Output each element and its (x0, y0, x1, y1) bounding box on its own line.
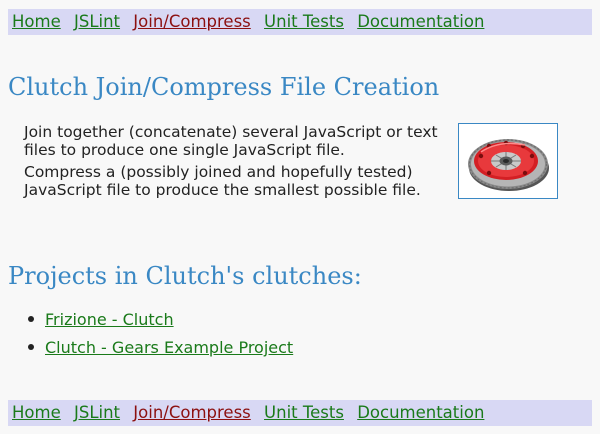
clutch-icon (459, 124, 557, 198)
nav-unit-tests-link[interactable]: Unit Tests (264, 403, 344, 422)
bullet-icon (28, 344, 34, 350)
clutch-image (458, 123, 558, 199)
bottom-nav-bar: Home JSLint Join/Compress Unit Tests Doc… (8, 400, 592, 426)
nav-home-link[interactable]: Home (12, 403, 61, 422)
nav-home-link[interactable]: Home (12, 12, 61, 31)
top-nav-bar: Home JSLint Join/Compress Unit Tests Doc… (8, 9, 592, 35)
project-gears-example-link[interactable]: Clutch - Gears Example Project (45, 338, 293, 357)
bullet-icon (28, 316, 34, 322)
intro-text: Join together (concatenate) several Java… (24, 123, 454, 203)
nav-unit-tests-link[interactable]: Unit Tests (264, 12, 344, 31)
projects-heading: Projects in Clutch's clutches: (8, 262, 362, 290)
nav-documentation-link[interactable]: Documentation (357, 403, 484, 422)
intro-join-paragraph: Join together (concatenate) several Java… (24, 123, 438, 159)
nav-join-compress-link[interactable]: Join/Compress (133, 403, 251, 422)
projects-list: Frizione - Clutch Clutch - Gears Example… (28, 309, 293, 365)
nav-jslint-link[interactable]: JSLint (74, 12, 120, 31)
list-item: Clutch - Gears Example Project (28, 337, 293, 365)
intro-compress-paragraph: Compress a (possibly joined and hopefull… (24, 163, 421, 199)
nav-join-compress-link[interactable]: Join/Compress (133, 12, 251, 31)
page-title: Clutch Join/Compress File Creation (8, 73, 440, 101)
project-frizione-clutch-link[interactable]: Frizione - Clutch (45, 310, 174, 329)
nav-jslint-link[interactable]: JSLint (74, 403, 120, 422)
list-item: Frizione - Clutch (28, 309, 293, 337)
nav-documentation-link[interactable]: Documentation (357, 12, 484, 31)
